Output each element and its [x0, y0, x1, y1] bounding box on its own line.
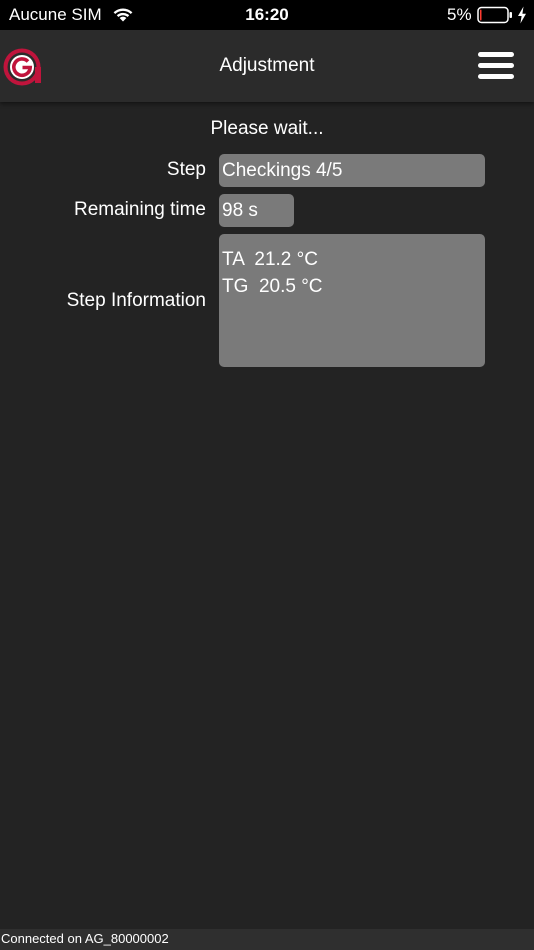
step-label: Step [166, 159, 206, 180]
step-info-line-ta: TA 21.2 °C [222, 249, 318, 270]
page-title: Adjustment [219, 55, 315, 76]
connection-footer: Connected on AG_80000002 [0, 929, 534, 950]
remaining-time-label: Remaining time [74, 199, 206, 220]
status-bar: Aucune SIM 16:20 5% [0, 0, 534, 30]
step-field: Checkings 4/5 [219, 154, 485, 187]
battery-icon [477, 6, 512, 24]
hamburger-menu-icon[interactable] [474, 50, 518, 82]
step-info-line-tg: TG 20.5 °C [222, 276, 323, 297]
app-header: Adjustment [0, 30, 534, 102]
step-information-label: Step Information [66, 290, 206, 311]
wait-message: Please wait... [210, 118, 324, 139]
battery-percent: 5% [447, 5, 472, 24]
step-value: Checkings 4/5 [222, 160, 343, 181]
remaining-time-field: 98 s [219, 194, 294, 227]
step-information-field: TA 21.2 °C TG 20.5 °C [219, 234, 485, 367]
charging-bolt-icon [518, 6, 526, 24]
remaining-time-value: 98 s [222, 200, 258, 221]
connection-status: Connected on AG_80000002 [1, 931, 169, 946]
battery-level-fill [480, 9, 482, 21]
